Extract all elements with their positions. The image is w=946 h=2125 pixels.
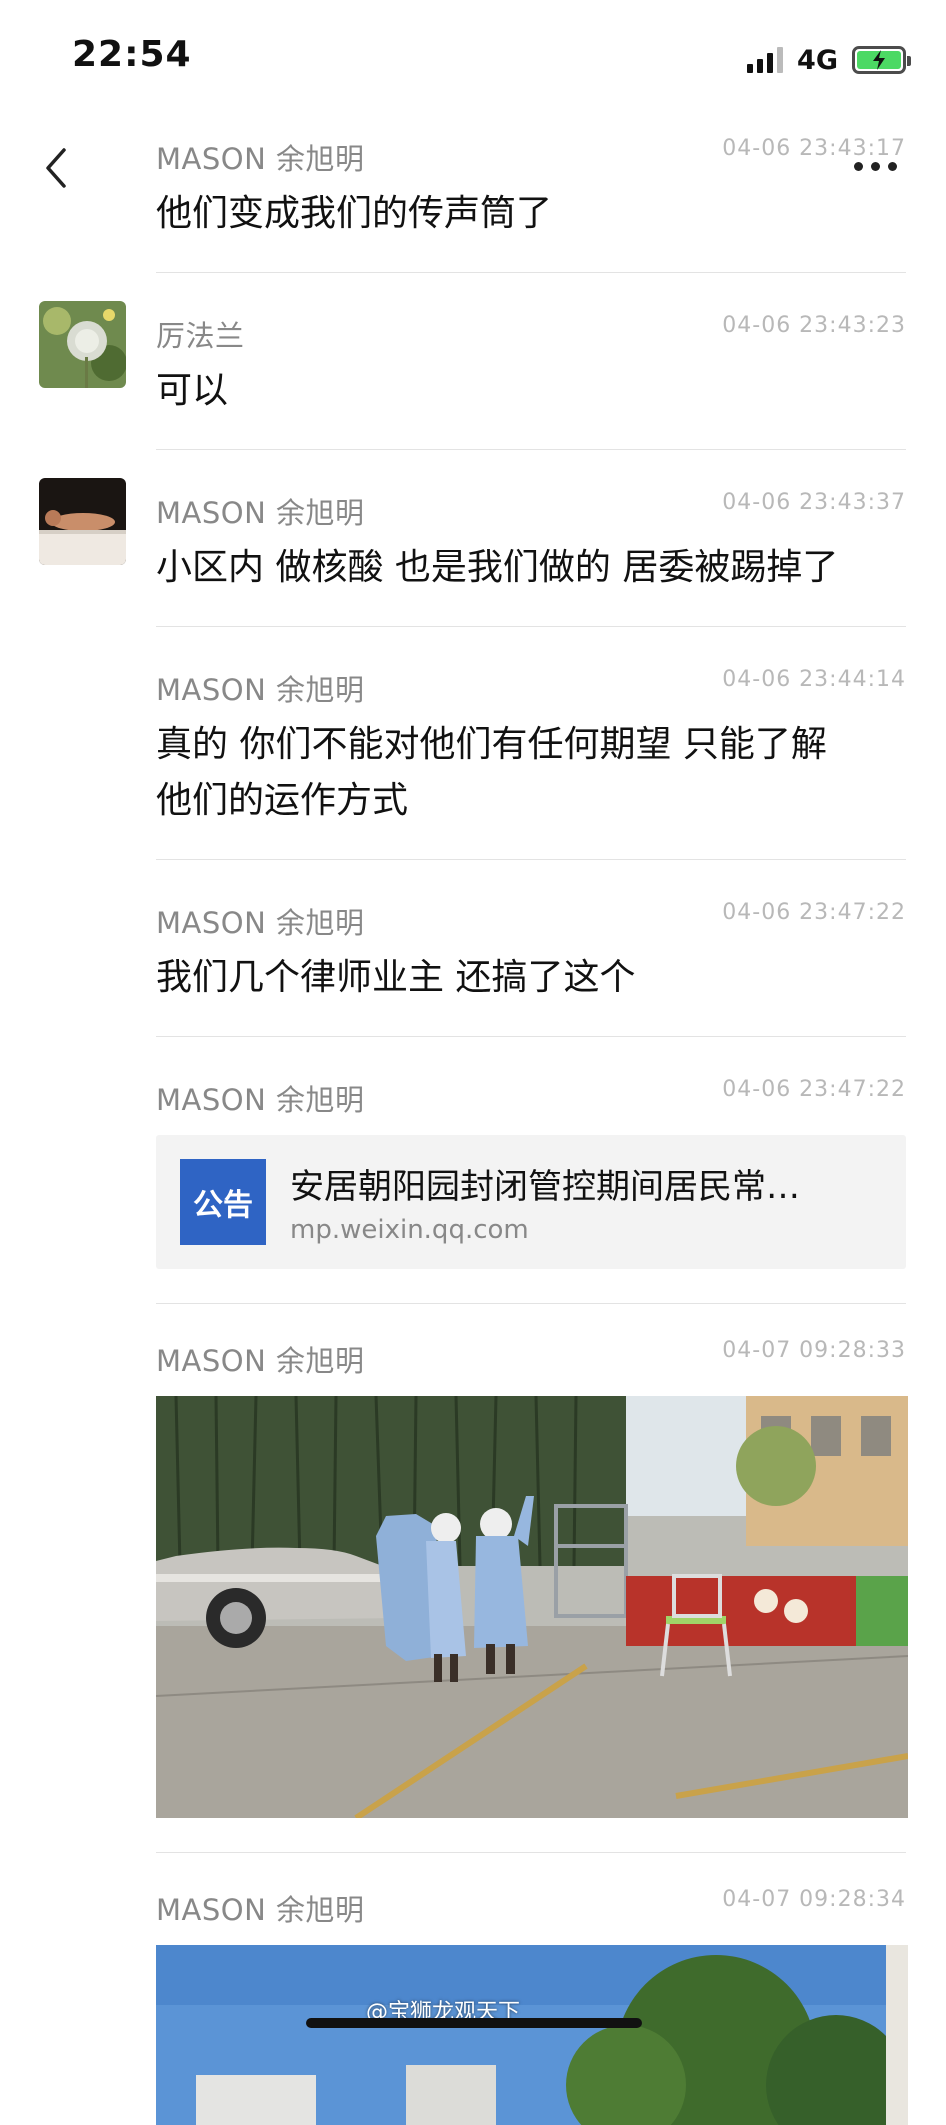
status-bar: 22:54 4G [0, 0, 946, 110]
message-item: MASON 余旭明 04-07 09:28:33 [0, 1330, 946, 1853]
message-text: 可以 [156, 370, 229, 411]
message-time: 04-06 23:47:22 [722, 1077, 906, 1102]
divider [156, 626, 906, 627]
message-text: 他们变成我们的传声筒了 [156, 193, 553, 234]
divider [156, 272, 906, 273]
link-title: 安居朝阳园封闭管控期间居民常… [290, 1167, 800, 1207]
message-time: 04-06 23:43:37 [722, 490, 906, 515]
message-time: 04-06 23:43:23 [722, 313, 906, 338]
divider [156, 1036, 906, 1037]
message-item: MASON 余旭明 04-06 23:43:37 小区内 做核酸 也是我们做的 … [0, 478, 946, 627]
avatar[interactable] [39, 301, 126, 388]
message-item: 厉法兰 04-06 23:43:23 可以 [0, 301, 946, 450]
message-list[interactable]: MASON 余旭明 04-06 23:43:17 他们变成我们的传声筒了 厉法兰… [0, 128, 946, 2125]
sender-name: MASON 余旭明 [156, 1344, 365, 1378]
divider [156, 1852, 906, 1853]
photo-message[interactable] [156, 1396, 908, 1818]
ellipsis-icon[interactable] [854, 156, 900, 176]
sender-name: MASON 余旭明 [156, 142, 365, 176]
message-time: 04-06 23:47:22 [722, 900, 906, 925]
link-url: mp.weixin.qq.com [290, 1215, 529, 1245]
message-time: 04-07 09:28:34 [722, 1887, 906, 1912]
sender-name: MASON 余旭明 [156, 1083, 365, 1117]
message-time: 04-07 09:28:33 [722, 1338, 906, 1363]
divider [156, 859, 906, 860]
photo-message[interactable] [156, 1945, 908, 2125]
message-text: 真的 你们不能对他们有任何期望 只能了解 他们的运作方式 [156, 717, 906, 829]
sender-name: MASON 余旭明 [156, 673, 365, 707]
link-card[interactable]: 公告 安居朝阳园封闭管控期间居民常… mp.weixin.qq.com [156, 1135, 906, 1269]
sender-name: 厉法兰 [156, 319, 245, 353]
message-item: MASON 余旭明 04-06 23:47:22 我们几个律师业主 还搞了这个 [0, 892, 946, 1037]
sender-name: MASON 余旭明 [156, 1893, 365, 1927]
message-item: MASON 余旭明 04-06 23:47:22 公告 安居朝阳园封闭管控期间居… [0, 1069, 946, 1304]
home-indicator[interactable] [306, 2018, 642, 2028]
message-item: MASON 余旭明 04-06 23:43:17 他们变成我们的传声筒了 [0, 128, 946, 273]
divider [156, 449, 906, 450]
message-text: 我们几个律师业主 还搞了这个 [156, 957, 636, 998]
sender-name: MASON 余旭明 [156, 906, 365, 940]
message-text-line: 真的 你们不能对他们有任何期望 只能了解 [156, 724, 827, 765]
signal-icon [747, 47, 784, 73]
avatar[interactable] [39, 478, 126, 565]
status-time: 22:54 [72, 34, 192, 75]
message-text: 小区内 做核酸 也是我们做的 居委被踢掉了 [156, 547, 839, 588]
link-thumbnail: 公告 [180, 1159, 266, 1245]
battery-icon [852, 46, 911, 74]
sender-name: MASON 余旭明 [156, 496, 365, 530]
divider [156, 1303, 906, 1304]
network-type: 4G [797, 44, 838, 76]
message-time: 04-06 23:44:14 [722, 667, 906, 692]
status-indicators: 4G [747, 40, 911, 80]
message-text-line: 他们的运作方式 [156, 780, 409, 821]
message-item: MASON 余旭明 04-06 23:44:14 真的 你们不能对他们有任何期望… [0, 659, 946, 860]
